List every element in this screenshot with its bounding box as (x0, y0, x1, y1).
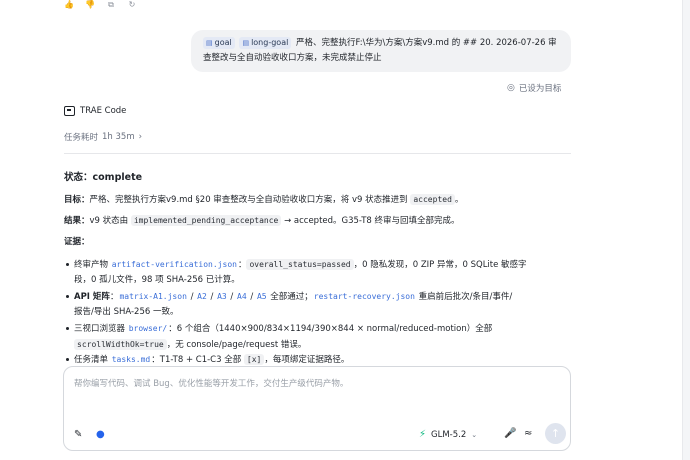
file-link[interactable]: A3 (216, 292, 228, 301)
list-item: API 矩阵：matrix-A1.json / A2 / A3 / A4 / A… (64, 289, 569, 320)
long-goal-tag[interactable]: ▤ long-goal (239, 37, 292, 49)
evidence-heading: 证据： (64, 237, 90, 247)
refresh-icon[interactable]: ↻ (127, 0, 137, 9)
book-icon: ▤ (206, 39, 213, 47)
goal-tag[interactable]: ▤ goal (203, 37, 235, 49)
file-link[interactable]: artifact-verification.json (111, 260, 238, 269)
model-selector[interactable]: ⚡ GLM-5.2 ⌄ (419, 429, 477, 440)
send-button[interactable]: ↑ (545, 423, 566, 444)
voice-wave-icon[interactable]: ≈ (524, 428, 532, 439)
list-item: 三视口浏览器 browser/：6 个组合（1440×900/834×1194/… (64, 321, 569, 353)
set-goal-status[interactable]: ◎ 已设为目标 (507, 82, 561, 94)
brand-icon[interactable]: ● (96, 429, 105, 440)
chevron-down-icon: ⌄ (471, 430, 478, 439)
file-link[interactable]: restart-recovery.json (313, 292, 416, 301)
target-icon: ◎ (507, 83, 515, 93)
status-line: 状态：complete (64, 172, 143, 183)
agent-name: TRAE Code (80, 106, 127, 116)
file-link[interactable]: matrix-A1.json (118, 292, 187, 301)
file-link[interactable]: A5 (256, 292, 268, 301)
agent-header: TRAE Code (64, 106, 126, 116)
thumbs-down-icon[interactable]: 👎 (85, 0, 95, 9)
microphone-icon[interactable]: 🎤 (504, 428, 516, 439)
trae-logo-icon (64, 106, 75, 116)
chat-input-placeholder[interactable]: 帮你编写代码、调试 Bug、优化性能等开发工作，交付生产级代码产物。 (74, 377, 348, 389)
elapsed-time[interactable]: 任务耗时 1h 35m › (64, 131, 142, 143)
file-link[interactable]: browser/ (128, 324, 169, 333)
edit-mode-icon[interactable]: ✎ (74, 429, 82, 440)
copy-icon[interactable]: ⧉ (106, 0, 116, 9)
scrollbar-track[interactable] (682, 0, 690, 460)
result-line: 结果：v9 状态由 implemented_pending_acceptance… (64, 215, 460, 226)
book-icon: ▤ (242, 39, 250, 47)
arrow-up-icon: ↑ (550, 427, 561, 440)
file-link[interactable]: tasks.md (111, 355, 152, 364)
divider (64, 153, 571, 154)
chat-input-box[interactable]: 帮你编写代码、调试 Bug、优化性能等开发工作，交付生产级代码产物。 ✎ ● ⚡… (63, 366, 571, 451)
list-item: 终审产物 artifact-verification.json： overall_… (64, 257, 569, 288)
user-message-bubble: ▤ goal ▤ long-goal 严格、完整执行F:\华为\方案\方案v9.md… (191, 30, 571, 72)
chevron-right-icon: › (138, 132, 143, 142)
file-link[interactable]: A4 (236, 292, 248, 301)
lightning-icon: ⚡ (419, 429, 427, 440)
goal-line: 目标：严格、完整执行方案v9.md §20 审查整改与全自动验收收口方案，将 v… (64, 194, 464, 205)
thumbs-up-icon[interactable]: 👍 (64, 0, 74, 9)
message-actions: 👍 👎 ⧉ ↻ (64, 0, 137, 9)
file-link[interactable]: A2 (196, 292, 208, 301)
